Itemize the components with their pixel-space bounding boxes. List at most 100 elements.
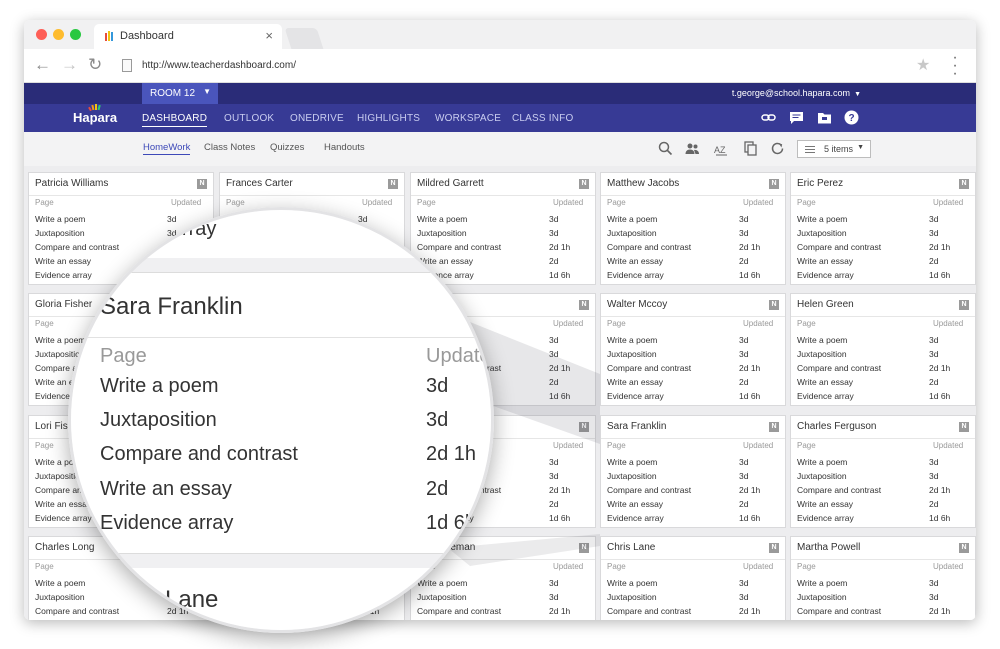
copy-icon[interactable] [743,141,758,156]
document-link[interactable]: Evidence array [607,513,664,523]
items-per-page-select[interactable]: 5 items ▼ [797,140,871,158]
document-link[interactable]: Write an essay [797,377,853,387]
document-link[interactable]: Juxtaposition [607,592,657,602]
refresh-icon[interactable] [770,141,785,156]
students-icon[interactable] [685,141,700,156]
student-card[interactable]: Helen Green N Page Updated Write a poem 3d Jux… [790,293,976,406]
help-icon[interactable]: ? [844,110,859,125]
onenote-icon[interactable]: N [959,422,969,432]
document-link[interactable]: Write a poem [797,214,847,224]
onenote-icon[interactable]: N [769,179,779,189]
onenote-icon[interactable]: N [579,422,589,432]
subtab-class-notes[interactable]: Class Notes [204,142,255,153]
document-link[interactable]: Write a poem [607,335,657,345]
student-card[interactable]: Charles Ferguson N Page Updated Write a poem… [790,415,976,528]
nav-workspace[interactable]: WORKSPACE [435,113,501,124]
student-card[interactable]: Matthew Jacobs N Page Updated Write a poem 3d… [600,172,786,285]
document-link[interactable]: Write a poem [797,457,847,467]
search-icon[interactable] [658,141,673,156]
new-tab-button[interactable] [284,28,324,49]
document-link[interactable]: Write an essay [797,256,853,266]
student-name[interactable]: Charles Ferguson [797,421,876,432]
document-link[interactable]: Compare and contrast [797,242,881,252]
document-link[interactable]: Juxtaposition [797,228,847,238]
maximize-window-button[interactable] [70,29,81,40]
document-link[interactable]: Write an essay [607,499,663,509]
document-link[interactable]: Write a poem [607,214,657,224]
document-link[interactable]: Juxtaposition [607,471,657,481]
document-link[interactable]: Compare and contrast [797,485,881,495]
onenote-icon[interactable]: N [769,300,779,310]
student-name[interactable]: Frances Carter [226,178,293,189]
student-card[interactable]: Chris Lane N Page Updated Write a poem 3d Juxt… [600,536,786,620]
room-selector[interactable]: ROOM 12 ▼ [142,83,218,104]
bookmark-star-icon[interactable]: ★ [916,55,930,75]
document-link[interactable]: Juxtaposition [797,471,847,481]
document-link[interactable]: Write an essay [607,377,663,387]
nav-outlook[interactable]: OUTLOOK [224,113,274,124]
document-link[interactable]: Write a poem [607,457,657,467]
close-window-button[interactable] [36,29,47,40]
student-name[interactable]: Mildred Garrett [417,178,484,189]
forward-arrow-icon[interactable]: → [61,55,78,75]
document-link[interactable]: Evidence array [607,391,664,401]
onenote-icon[interactable]: N [197,179,207,189]
document-link[interactable]: Write an essay [797,499,853,509]
url-field[interactable]: http://www.teacherdashboard.com/ [142,60,296,71]
subtab-quizzes[interactable]: Quizzes [270,142,304,153]
document-link[interactable]: Write a poem [797,335,847,345]
onenote-icon[interactable]: N [959,179,969,189]
document-link[interactable]: Evidence array [607,270,664,280]
nav-class-info[interactable]: CLASS INFO [512,113,573,124]
document-link[interactable]: Juxtaposition [797,592,847,602]
onenote-icon[interactable]: N [959,543,969,553]
student-card[interactable]: Martha Powell N Page Updated Write a poem 3d J… [790,536,976,620]
document-link[interactable]: Write a poem [607,578,657,588]
nav-onedrive[interactable]: ONEDRIVE [290,113,344,124]
onenote-icon[interactable]: N [769,543,779,553]
link-icon[interactable] [761,110,776,125]
onenote-icon[interactable]: N [579,543,589,553]
student-name[interactable]: Sara Franklin [607,421,666,432]
browser-tab-dashboard[interactable]: Dashboard × [94,24,282,49]
student-name[interactable]: Chris Lane [607,542,655,553]
reload-icon[interactable]: ↻ [88,55,102,75]
subtab-handouts[interactable]: Handouts [324,142,365,153]
document-link[interactable]: Compare and contrast [797,363,881,373]
onenote-icon[interactable]: N [769,422,779,432]
nav-dashboard[interactable]: DASHBOARD [142,113,208,127]
document-link[interactable]: Compare and contrast [607,363,691,373]
onenote-icon[interactable]: N [579,300,589,310]
message-icon[interactable] [789,110,804,125]
user-account-menu[interactable]: t.george@school.hapara.com ▼ [732,88,861,98]
document-link[interactable]: Write a poem [797,578,847,588]
student-name[interactable]: Helen Green [797,299,854,310]
folder-icon[interactable] [817,110,832,125]
document-link[interactable]: Write an essay [607,256,663,266]
document-link[interactable]: Compare and contrast [607,242,691,252]
document-link[interactable]: Compare and contrast [607,606,691,616]
student-card[interactable]: Eric Perez N Page Updated Write a poem 3d Juxt… [790,172,976,285]
document-link[interactable]: Evidence array [797,391,854,401]
hapara-logo[interactable]: Hapara [73,110,117,125]
document-link[interactable]: Juxtaposition [607,228,657,238]
document-link[interactable]: Evidence array [797,270,854,280]
student-name[interactable]: Walter Mccoy [607,299,667,310]
document-link[interactable]: Compare and contrast [797,606,881,616]
minimize-window-button[interactable] [53,29,64,40]
sort-az-icon[interactable]: AZ [714,141,729,156]
document-link[interactable]: Evidence array [797,513,854,523]
browser-menu-icon[interactable]: · · · [952,50,958,82]
back-arrow-icon[interactable]: ← [34,55,51,75]
student-card[interactable]: Walter Mccoy N Page Updated Write a poem 3d Ju… [600,293,786,406]
student-name[interactable]: Matthew Jacobs [607,178,679,189]
student-name[interactable]: Patricia Williams [35,178,108,189]
onenote-icon[interactable]: N [388,179,398,189]
subtab-homework[interactable]: HomeWork [143,142,191,155]
student-card[interactable]: Sara Franklin N Page Updated Write a poem 3d J… [600,415,786,528]
document-link[interactable]: Compare and contrast [607,485,691,495]
document-link[interactable]: Juxtaposition [797,349,847,359]
student-name[interactable]: Eric Perez [797,178,843,189]
tab-close-icon[interactable]: × [265,28,273,43]
nav-highlights[interactable]: HIGHLIGHTS [357,113,420,124]
